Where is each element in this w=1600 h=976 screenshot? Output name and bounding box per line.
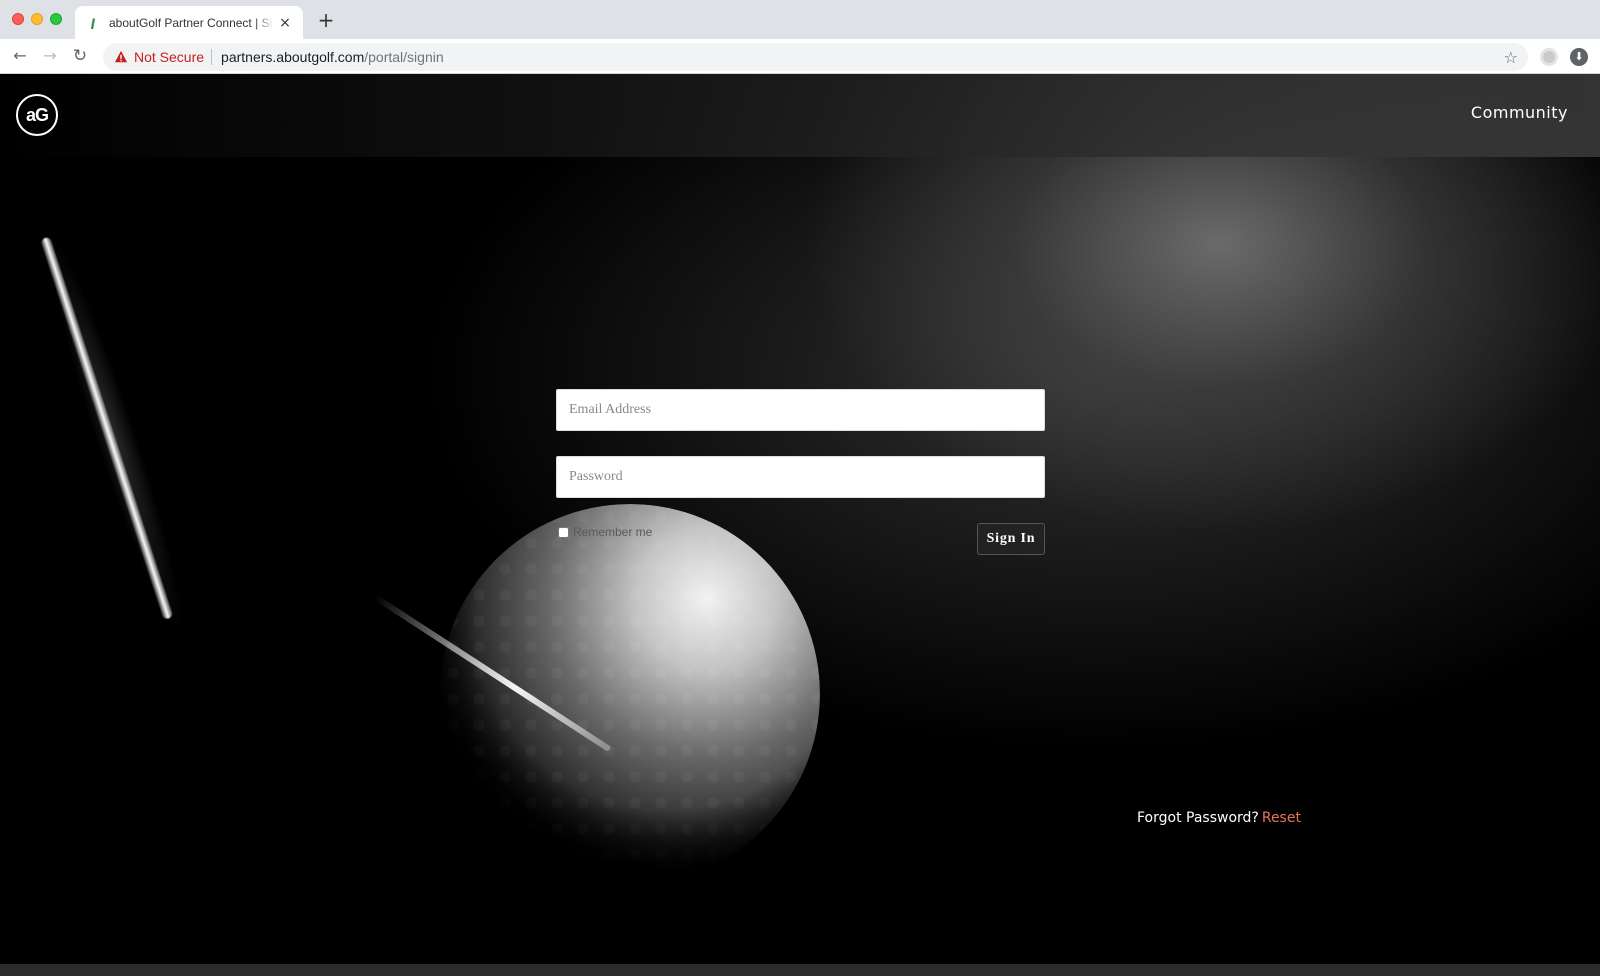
aboutgolf-logo[interactable]: aG bbox=[16, 94, 58, 136]
remember-me-label[interactable]: Remember me bbox=[573, 525, 652, 539]
sign-in-button[interactable]: Sign In bbox=[977, 523, 1045, 555]
reload-icon[interactable]: ↻ bbox=[69, 45, 91, 67]
omnibox-divider bbox=[211, 49, 213, 65]
form-actions-row: Remember me Sign In bbox=[556, 523, 1045, 555]
community-nav-link[interactable]: Community bbox=[1471, 103, 1568, 122]
site-header: aG Community bbox=[0, 74, 1600, 157]
email-field[interactable] bbox=[556, 389, 1045, 431]
warning-icon bbox=[114, 50, 128, 63]
new-tab-button[interactable]: + bbox=[315, 9, 337, 31]
tab-title: aboutGolf Partner Connect | Si bbox=[109, 15, 273, 30]
address-bar[interactable]: Not Secure partners.aboutgolf.com/portal… bbox=[103, 43, 1528, 71]
tab-close-icon[interactable]: × bbox=[277, 15, 293, 31]
reset-password-link[interactable]: Reset bbox=[1262, 810, 1301, 826]
minimize-window-button[interactable] bbox=[31, 13, 43, 25]
profile-avatar-icon[interactable] bbox=[1540, 48, 1558, 66]
forgot-password-text: Forgot Password? bbox=[1137, 810, 1259, 826]
back-icon[interactable]: ← bbox=[9, 45, 31, 67]
favicon-icon: ꞁ bbox=[90, 15, 96, 30]
signin-form: Remember me Sign In bbox=[556, 389, 1045, 555]
download-icon[interactable]: ⬇ bbox=[1570, 48, 1588, 66]
url-host: partners.aboutgolf.com bbox=[221, 49, 365, 65]
browser-tab-strip: ꞁ aboutGolf Partner Connect | Si × + bbox=[0, 0, 1600, 39]
not-secure-label[interactable]: Not Secure bbox=[134, 49, 204, 65]
bookmark-star-icon[interactable]: ☆ bbox=[1504, 48, 1518, 67]
password-field[interactable] bbox=[556, 456, 1045, 498]
close-window-button[interactable] bbox=[12, 13, 24, 25]
signin-page: aG Community Remember me Sign In Forgot … bbox=[0, 74, 1600, 964]
page-bottom-bar bbox=[0, 964, 1600, 976]
browser-toolbar: ← → ↻ Not Secure partners.aboutgolf.com /… bbox=[0, 39, 1600, 74]
golf-club-shaft-image bbox=[40, 236, 174, 620]
golf-ball-image bbox=[440, 504, 820, 884]
remember-me-control[interactable]: Remember me bbox=[558, 525, 652, 539]
browser-tab[interactable]: ꞁ aboutGolf Partner Connect | Si × bbox=[75, 6, 303, 39]
maximize-window-button[interactable] bbox=[50, 13, 62, 25]
url-path: /portal/signin bbox=[364, 49, 444, 65]
forgot-password-line: Forgot Password? Reset bbox=[1137, 810, 1301, 826]
forward-icon[interactable]: → bbox=[39, 45, 61, 67]
remember-me-checkbox[interactable] bbox=[558, 526, 569, 538]
